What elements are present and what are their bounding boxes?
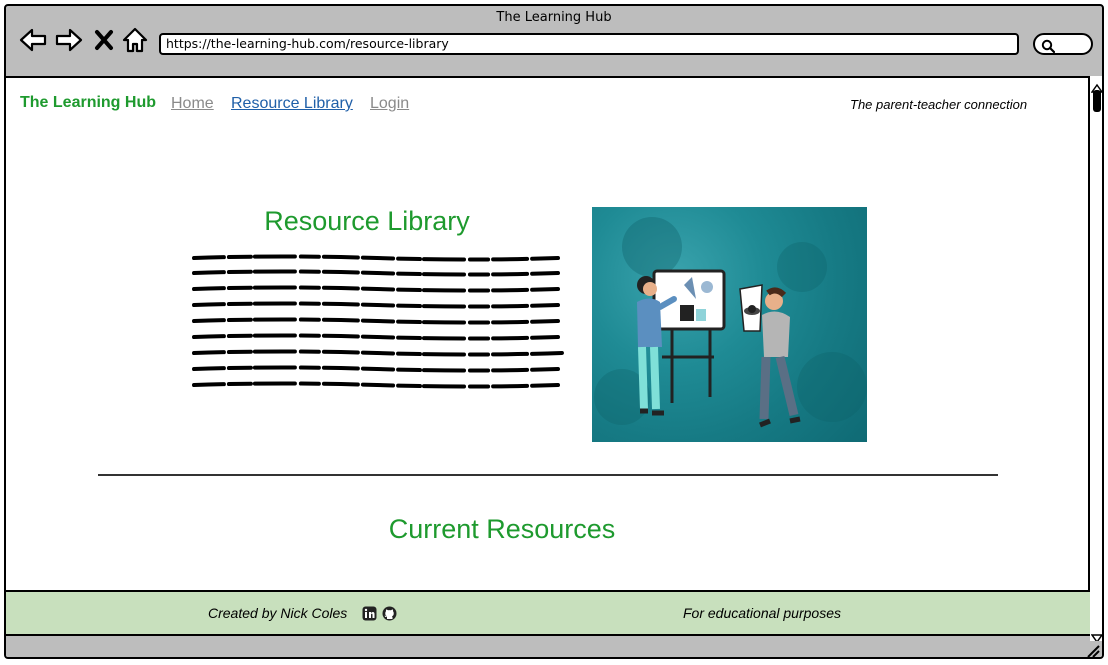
footer-note: For educational purposes [683, 605, 841, 621]
forward-arrow-icon[interactable] [54, 26, 84, 54]
browser-search-box[interactable] [1033, 33, 1093, 55]
page-viewport: The Learning Hub Home Resource Library L… [6, 76, 1090, 635]
scroll-down-icon[interactable] [1090, 629, 1102, 644]
home-icon[interactable] [120, 26, 150, 54]
site-tagline: The parent-teacher connection [850, 97, 1028, 112]
placeholder-text-block [192, 254, 564, 389]
teachers-illustration-icon [594, 217, 867, 428]
scroll-up-icon[interactable] [1090, 78, 1102, 93]
nav-link-login[interactable]: Login [370, 95, 409, 113]
current-resources-heading: Current Resources [388, 514, 616, 544]
page-title: Resource Library [264, 206, 470, 236]
stop-icon[interactable] [92, 26, 116, 54]
url-bar[interactable]: https://the-learning-hub.com/resource-li… [159, 33, 1019, 55]
status-bar [6, 641, 1102, 657]
window-title: The Learning Hub [496, 10, 612, 25]
nav-link-home[interactable]: Home [171, 95, 214, 113]
site-brand[interactable]: The Learning Hub [20, 94, 156, 112]
back-arrow-icon[interactable] [18, 26, 48, 54]
vertical-scrollbar[interactable] [1090, 76, 1102, 644]
resize-grip-icon[interactable] [1086, 643, 1100, 657]
github-icon[interactable] [382, 606, 397, 621]
section-divider [98, 474, 998, 476]
nav-link-resource-library[interactable]: Resource Library [231, 95, 353, 113]
hero-illustration [592, 207, 867, 442]
browser-window: The Learning Hub https://the-learning-hu… [4, 4, 1104, 659]
scroll-thumb[interactable] [1093, 90, 1101, 112]
search-icon [1041, 38, 1056, 54]
linkedin-icon[interactable] [362, 606, 377, 621]
site-footer: Created by Nick Coles For educational pu… [6, 590, 1090, 636]
footer-credit: Created by Nick Coles [208, 605, 348, 621]
